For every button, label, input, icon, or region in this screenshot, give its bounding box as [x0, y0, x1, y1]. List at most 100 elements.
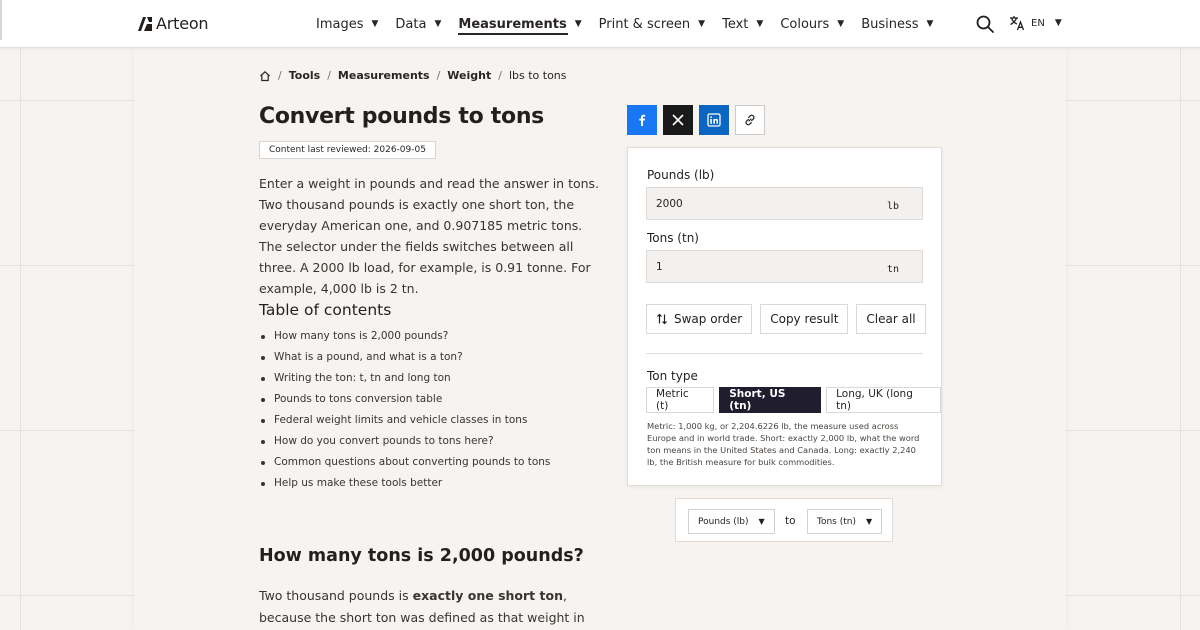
breadcrumb-link-tools[interactable]: Tools	[289, 69, 320, 82]
background-grid-line	[20, 48, 21, 630]
table-of-contents: How many tons is 2,000 pounds? What is a…	[260, 328, 550, 496]
translate-icon	[1010, 16, 1025, 31]
converter-actions: Swap order Copy result Clear all	[646, 304, 926, 334]
swap-icon	[657, 313, 667, 325]
intro-paragraph: Enter a weight in pounds and read the an…	[259, 176, 600, 296]
home-icon[interactable]	[259, 70, 271, 82]
swap-order-label: Swap order	[674, 312, 743, 326]
x-icon	[672, 114, 684, 126]
nav-item-label: Text	[722, 16, 749, 32]
ton-type-help-text: Metric: 1,000 kg, or 2,204.6226 lb, the …	[647, 421, 920, 467]
pounds-input-value: 2000	[656, 198, 683, 210]
tons-field-label: Tons (tn)	[647, 231, 699, 245]
nav-item-label: Colours	[780, 16, 830, 32]
card-divider	[646, 353, 923, 354]
toc-link[interactable]: Pounds to tons conversion table	[260, 391, 550, 412]
copy-result-label: Copy result	[770, 312, 839, 326]
nav-item-text[interactable]: Text ▼	[722, 0, 763, 48]
brand-name: Arteon	[156, 14, 209, 33]
toc-link[interactable]: Help us make these tools better	[260, 475, 550, 496]
share-linkedin-button[interactable]	[699, 105, 729, 135]
brand-logo[interactable]: Arteon	[137, 14, 209, 33]
to-unit-value: Tons (tn)	[817, 516, 856, 527]
chevron-down-icon: ▼	[756, 19, 764, 29]
toc-link[interactable]: Federal weight limits and vehicle classe…	[260, 412, 550, 433]
toc-link[interactable]: Common questions about converting pounds…	[260, 454, 550, 475]
paragraph-text: Two thousand pounds is	[259, 588, 413, 603]
ton-type-metric-option[interactable]: Metric (t)	[646, 387, 715, 413]
nav-item-colours[interactable]: Colours ▼	[780, 0, 844, 48]
nav-item-label: Measurements	[458, 16, 567, 32]
tons-input[interactable]: 1 tn	[646, 250, 923, 283]
chevron-down-icon: ▼	[574, 19, 582, 29]
nav-item-data[interactable]: Data ▼	[395, 0, 441, 48]
background-grid-line	[1180, 48, 1181, 630]
chevron-down-icon: ▼	[926, 19, 934, 29]
chevron-down-icon: ▼	[1054, 18, 1062, 28]
toc-link[interactable]: What is a pound, and what is a ton?	[260, 349, 550, 370]
breadcrumb-separator: /	[278, 69, 282, 82]
search-icon	[976, 15, 994, 33]
nav-item-images[interactable]: Images ▼	[316, 0, 378, 48]
language-selector[interactable]: EN ▼	[1009, 15, 1062, 31]
ton-type-label: Ton type	[647, 369, 698, 383]
share-buttons	[627, 105, 765, 135]
copy-link-button[interactable]	[735, 105, 765, 135]
chevron-down-icon: ▼	[371, 19, 379, 29]
chevron-down-icon: ▼	[698, 19, 706, 29]
converter-card: Pounds (lb) 2000 lb Tons (tn) 1 tn Swap …	[627, 147, 942, 486]
language-code: EN	[1031, 17, 1045, 29]
tons-input-value: 1	[656, 261, 663, 273]
toc-link[interactable]: How do you convert pounds to tons here?	[260, 433, 550, 454]
chevron-down-icon: ▼	[758, 517, 765, 526]
chevron-down-icon: ▼	[865, 517, 873, 526]
breadcrumb-link-measurements[interactable]: Measurements	[338, 69, 430, 82]
share-x-button[interactable]	[663, 105, 693, 135]
chevron-down-icon: ▼	[837, 19, 845, 29]
pounds-field-label: Pounds (lb)	[647, 168, 715, 182]
page-title: Convert pounds to tons	[259, 104, 544, 129]
search-button[interactable]	[975, 14, 995, 34]
toc-link[interactable]: Writing the ton: t, tn and long ton	[260, 370, 550, 391]
chevron-down-icon: ▼	[434, 19, 442, 29]
nav-item-business[interactable]: Business ▼	[861, 0, 933, 48]
breadcrumb-link-weight[interactable]: Weight	[447, 69, 491, 82]
pounds-unit-suffix: lb	[886, 201, 899, 212]
pounds-input[interactable]: 2000 lb	[646, 187, 923, 220]
nav-item-measurements[interactable]: Measurements ▼	[458, 0, 582, 48]
toc-title: Table of contents	[259, 301, 392, 319]
breadcrumb-separator: /	[436, 69, 441, 82]
link-icon	[745, 114, 755, 126]
ton-type-short-option[interactable]: Short, US (tn)	[719, 387, 822, 413]
clear-all-label: Clear all	[866, 312, 916, 326]
toc-link[interactable]: How many tons is 2,000 pounds?	[260, 328, 550, 349]
nav-item-print-screen[interactable]: Print & screen ▼	[599, 0, 705, 48]
nav-item-label: Business	[861, 16, 919, 32]
ton-type-long-option[interactable]: Long, UK (long tn)	[826, 387, 941, 413]
clear-all-button[interactable]: Clear all	[856, 304, 926, 334]
from-unit-value: Pounds (lb)	[698, 516, 749, 527]
from-unit-select[interactable]: Pounds (lb) ▼	[688, 509, 775, 534]
breadcrumb-current: lbs to tons	[508, 69, 567, 82]
ton-type-selector: Metric (t) Short, US (tn) Long, UK (long…	[646, 387, 941, 413]
section-paragraph: Two thousand pounds is exactly one short…	[259, 585, 604, 630]
tons-unit-suffix: tn	[886, 264, 899, 275]
nav-item-label: Print & screen	[598, 16, 691, 32]
window-edge	[0, 0, 2, 40]
nav-item-label: Images	[316, 16, 364, 32]
main-nav: Images ▼ Data ▼ Measurements ▼ Print & s…	[316, 0, 950, 48]
breadcrumb-separator: /	[327, 69, 331, 82]
facebook-icon	[639, 114, 646, 126]
paragraph-bold-text: exactly one short ton	[412, 588, 563, 603]
top-navigation-bar: Arteon Images ▼ Data ▼ Measurements ▼ Pr…	[0, 0, 1200, 48]
unit-picker-to-label: to	[785, 515, 796, 527]
section-heading: How many tons is 2,000 pounds?	[259, 546, 584, 566]
linkedin-icon	[707, 113, 721, 127]
to-unit-select[interactable]: Tons (tn) ▼	[807, 509, 883, 534]
nav-item-label: Data	[395, 16, 427, 32]
arteon-logo-icon	[138, 16, 152, 31]
breadcrumb-separator: /	[498, 69, 502, 82]
share-facebook-button[interactable]	[627, 105, 657, 135]
swap-order-button[interactable]: Swap order	[646, 304, 753, 334]
copy-result-button[interactable]: Copy result	[760, 304, 849, 334]
